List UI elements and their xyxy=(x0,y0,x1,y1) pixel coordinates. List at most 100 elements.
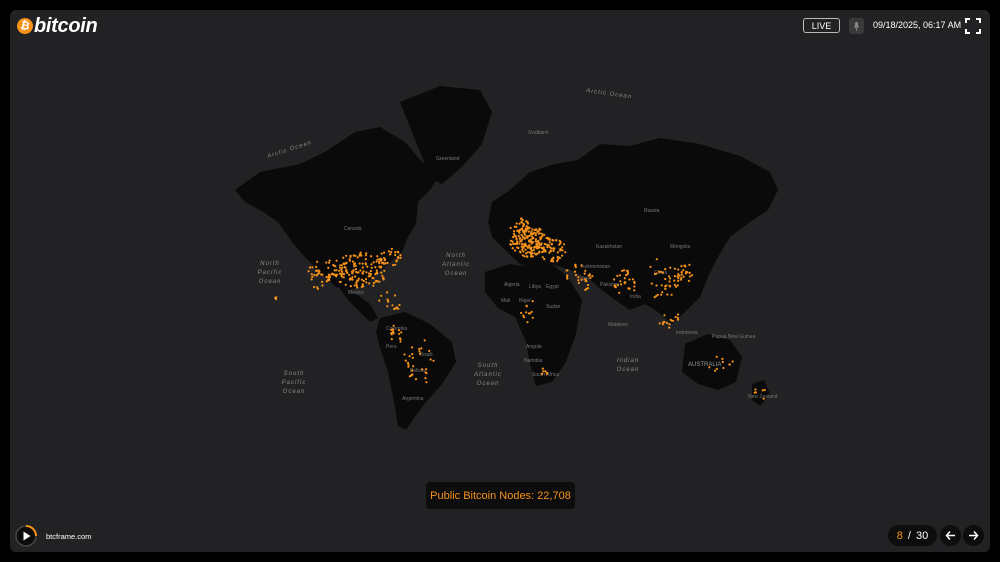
bitcoin-node-dot xyxy=(361,262,364,265)
bitcoin-node-dot xyxy=(424,371,427,374)
bitcoin-node-dot xyxy=(307,270,310,273)
fullscreen-button[interactable] xyxy=(965,18,981,34)
bitcoin-node-dot xyxy=(527,240,531,243)
country-label: Mexico xyxy=(348,290,364,296)
bitcoin-node-dot xyxy=(407,365,410,368)
bitcoin-node-dot xyxy=(680,271,683,274)
bitcoin-node-dot xyxy=(631,278,634,281)
bitcoin-node-dot xyxy=(516,246,519,249)
bitcoin-node-dot xyxy=(668,323,671,326)
site-link[interactable]: btcframe.com xyxy=(46,532,91,541)
bitcoin-node-dot xyxy=(589,276,592,280)
bitcoin-node-dot xyxy=(534,232,537,235)
bitcoin-node-dot xyxy=(526,222,530,225)
bitcoin-node-dot xyxy=(530,230,533,233)
bitcoin-node-dot xyxy=(358,262,361,265)
bitcoin-node-dot xyxy=(547,244,550,247)
logo-text: bitcoin xyxy=(34,14,98,37)
bitcoin-node-dot xyxy=(418,352,422,355)
bitcoin-node-dot xyxy=(365,271,368,274)
bitcoin-node-dot xyxy=(524,248,527,251)
bitcoin-node-dot xyxy=(653,296,656,299)
ocean-label: North Atlantic Ocean xyxy=(441,253,470,277)
bitcoin-node-dot xyxy=(548,237,551,240)
bitcoin-node-dot xyxy=(584,278,587,281)
bitcoin-node-dot xyxy=(526,255,529,258)
bitcoin-node-dot xyxy=(680,276,683,280)
bitcoin-node-dot xyxy=(536,230,539,233)
bitcoin-node-dot xyxy=(370,255,373,258)
bitcoin-node-dot xyxy=(560,248,563,251)
country-label: Colombia xyxy=(386,326,407,332)
bitcoin-node-dot xyxy=(580,278,583,281)
bitcoin-node-dot xyxy=(392,328,395,331)
bitcoin-node-dot xyxy=(353,265,356,268)
bitcoin-node-dot xyxy=(538,246,541,249)
bitcoin-node-dot xyxy=(327,261,331,264)
bitcoin-node-dot xyxy=(546,246,549,249)
play-button[interactable] xyxy=(15,525,37,547)
bitcoin-node-dot xyxy=(574,264,577,267)
bitcoin-node-dot xyxy=(316,269,319,272)
bitcoin-node-dot xyxy=(721,357,724,360)
world-map[interactable]: Arctic Ocean Arctic Ocean North Pacific Oc… xyxy=(230,72,790,432)
frame: ₿ bitcoin LIVE 09/18/2025, 06:17 AM Arct… xyxy=(10,10,990,552)
bitcoin-node-dot xyxy=(515,225,518,229)
bitcoin-node-dot xyxy=(339,264,342,267)
bitcoin-logo: ₿ bitcoin xyxy=(15,14,98,38)
bitcoin-node-dot xyxy=(657,270,661,273)
bitcoin-node-dot xyxy=(525,305,528,308)
microphone-button[interactable] xyxy=(849,18,864,34)
page-current: 8 xyxy=(896,529,903,542)
bitcoin-node-dot xyxy=(673,279,676,282)
bitcoin-node-dot xyxy=(665,321,669,325)
bitcoin-node-dot xyxy=(356,256,359,259)
bitcoin-node-dot xyxy=(541,251,544,254)
bitcoin-node-dot xyxy=(348,273,351,276)
bitcoin-node-dot xyxy=(399,254,402,257)
bitcoin-node-dot xyxy=(520,240,523,243)
bitcoin-node-dot xyxy=(531,255,534,258)
bitcoin-node-dot xyxy=(661,323,665,326)
bitcoin-node-dot xyxy=(364,254,367,257)
bitcoin-node-dot xyxy=(514,235,517,238)
bitcoin-node-dot xyxy=(399,340,402,343)
bitcoin-node-dot xyxy=(664,285,667,288)
next-button[interactable] xyxy=(963,525,984,546)
bitcoin-node-dot xyxy=(411,352,414,356)
bitcoin-node-dot xyxy=(398,332,401,335)
bitcoin-node-dot xyxy=(528,246,532,249)
bitcoin-node-dot xyxy=(386,261,389,264)
bitcoin-node-dot xyxy=(364,262,367,265)
bitcoin-node-dot xyxy=(394,251,397,254)
bitcoin-node-dot xyxy=(668,280,671,283)
bitcoin-node-dot xyxy=(667,275,671,278)
live-button[interactable]: LIVE xyxy=(803,18,840,33)
bitcoin-node-dot xyxy=(522,314,525,317)
bitcoin-node-dot xyxy=(539,228,542,231)
bitcoin-node-dot xyxy=(533,252,536,255)
bitcoin-node-dot xyxy=(544,250,547,253)
bitcoin-node-dot xyxy=(418,350,421,353)
bitcoin-node-dot xyxy=(677,279,680,282)
ocean-label: South Pacific Ocean xyxy=(282,371,307,395)
bitcoin-node-dot xyxy=(411,356,414,359)
country-label: Indonesia xyxy=(676,330,698,336)
bitcoin-node-dot xyxy=(342,276,345,279)
bitcoin-node-dot xyxy=(308,266,311,269)
bitcoin-node-dot xyxy=(342,273,346,276)
bitcoin-node-dot xyxy=(663,314,666,317)
bitcoin-node-dot xyxy=(362,279,365,283)
country-label: South Africa xyxy=(532,372,559,378)
bitcoin-node-dot xyxy=(414,378,418,381)
bitcoin-node-dot xyxy=(354,268,357,271)
ocean-label: South Atlantic Ocean xyxy=(473,363,502,387)
previous-button[interactable] xyxy=(940,525,961,546)
bitcoin-node-dot xyxy=(661,271,664,274)
bitcoin-node-dot xyxy=(355,284,358,287)
bitcoin-node-dot xyxy=(522,250,525,253)
bitcoin-node-dot xyxy=(355,282,358,285)
bitcoin-node-dot xyxy=(517,230,520,233)
bitcoin-node-dot xyxy=(545,372,548,375)
bitcoin-node-dot xyxy=(403,353,406,356)
